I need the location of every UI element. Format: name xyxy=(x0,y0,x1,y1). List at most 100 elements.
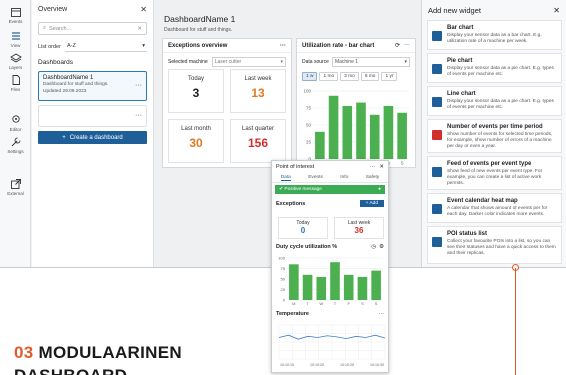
source-select[interactable]: Machine 1 ▾ xyxy=(331,57,410,67)
poi-stat-last-week: Last week 36 xyxy=(334,217,384,239)
rail-label: External xyxy=(7,191,24,196)
check-icon: ✔ xyxy=(279,187,284,192)
x-tick-label: S xyxy=(375,301,378,306)
bar-chart-icon xyxy=(432,31,442,41)
more-icon[interactable]: ··· xyxy=(135,82,142,89)
poi-stat-today: Today 0 xyxy=(278,217,328,239)
list-icon xyxy=(11,32,20,40)
x-tick-label: S xyxy=(401,161,404,166)
duty-cycle-label: Duty cycle utilization % xyxy=(276,244,338,250)
headline-number: 03 xyxy=(14,343,34,362)
search-icon: ⌕ xyxy=(43,25,47,31)
widget-option[interactable]: Pie chart Display your sensor data as a p… xyxy=(427,53,562,83)
tab-safety[interactable]: Safety xyxy=(366,175,380,180)
external-link-icon xyxy=(10,179,21,189)
more-icon[interactable]: ··· xyxy=(370,164,376,170)
headline-line1: MODULAARINEN xyxy=(38,343,182,362)
dashboard-list-item-empty[interactable]: ··· xyxy=(38,105,147,127)
poi-title: Point of interest xyxy=(276,164,315,170)
bar xyxy=(289,264,299,300)
create-dashboard-label: Create a dashboard xyxy=(69,134,123,141)
source-label: Data source xyxy=(302,59,329,65)
page-title: DashboardName 1 xyxy=(164,14,236,24)
x-tick-label: 10:10:25 xyxy=(340,363,354,367)
range-pill[interactable]: 3 mo xyxy=(340,72,359,81)
close-icon[interactable]: ✕ xyxy=(140,5,147,14)
stat-last-week: Last week 13 xyxy=(230,69,286,113)
rail-label: Layers xyxy=(8,65,23,70)
list-status-icon xyxy=(432,237,442,247)
duty-cycle-bar-chart: 0 25 50 75 100 M T W T F S S xyxy=(278,256,383,306)
y-tick-label: 75 xyxy=(306,106,312,111)
list-order-select[interactable]: A-Z ▾ xyxy=(64,41,147,52)
rail-label: Events xyxy=(8,19,23,24)
bar xyxy=(315,131,325,159)
widget-option-title: Event calendar heat map xyxy=(447,198,518,204)
range-pill[interactable]: 1 w xyxy=(302,72,318,81)
left-rail: Events View Layers Files Editor Settings xyxy=(0,0,31,267)
rail-item-editor[interactable]: Editor xyxy=(0,114,31,132)
rail-label: Settings xyxy=(7,149,24,154)
timer-icon[interactable]: ◷ xyxy=(371,244,376,250)
rail-item-events[interactable]: Events xyxy=(0,6,31,24)
widget-option-title: Bar chart xyxy=(447,25,474,31)
add-widget-drawer: Add new widget ✕ Bar chart Display your s… xyxy=(421,0,566,267)
close-icon[interactable]: ✕ xyxy=(553,6,560,15)
search-input[interactable]: ⌕ Search... ✕ xyxy=(38,22,147,35)
more-icon[interactable]: ··· xyxy=(280,43,286,49)
list-order-value: A-Z xyxy=(66,43,76,49)
widget-title: Exceptions overview xyxy=(168,42,228,49)
more-icon[interactable]: ··· xyxy=(404,42,410,49)
widget-option[interactable]: Line chart Display your sensor data as a … xyxy=(427,86,562,116)
bar xyxy=(371,270,381,300)
rail-item-settings[interactable]: Settings xyxy=(0,136,31,154)
more-icon[interactable]: ··· xyxy=(135,112,142,119)
bar xyxy=(343,274,354,300)
widget-option[interactable]: Bar chart Display your sensor data as a b… xyxy=(427,20,562,50)
range-pill[interactable]: 6 mo xyxy=(360,72,380,81)
close-icon[interactable]: ✕ xyxy=(379,164,384,170)
stat-value: 156 xyxy=(247,136,269,150)
rail-label: Editor xyxy=(9,127,22,132)
bar xyxy=(357,276,368,300)
create-dashboard-button[interactable]: + Create a dashboard xyxy=(38,131,147,144)
refresh-icon[interactable]: ⟳ xyxy=(395,42,400,49)
stat-value: 13 xyxy=(251,86,265,100)
machine-label: Selected machine xyxy=(168,59,208,65)
dashboard-updated: Updated 29.09.2023 xyxy=(43,89,87,94)
rail-label: Files xyxy=(10,87,21,92)
range-pill[interactable]: 1 yr xyxy=(381,72,398,81)
chevron-down-icon: ▾ xyxy=(142,43,145,49)
widget-option-title: Line chart xyxy=(447,91,476,97)
widget-option-desc: Show feed of new events per event type. … xyxy=(447,169,543,186)
range-pill[interactable]: 1 mo xyxy=(319,72,339,81)
widget-option[interactable]: Number of events per time period Show num… xyxy=(427,119,562,153)
add-button[interactable]: + Add xyxy=(359,200,384,207)
machine-select[interactable]: Laser cutter ▾ xyxy=(211,57,286,67)
dashboard-list-item[interactable]: DashboardName 1 Dashboard for stuff and … xyxy=(38,71,147,101)
widget-option[interactable]: POI status list Collect your favourite PO… xyxy=(427,226,562,264)
bar xyxy=(342,105,353,159)
rail-item-files[interactable]: Files xyxy=(0,74,31,92)
rail-item-view[interactable]: View xyxy=(0,30,31,48)
y-tick-label: 50 xyxy=(281,277,286,282)
tab-events[interactable]: Events xyxy=(308,175,323,180)
y-tick-label: 100 xyxy=(303,89,311,94)
rail-item-layers[interactable]: Layers xyxy=(0,52,31,70)
dashboards-heading: Dashboards xyxy=(38,59,74,66)
machine-value: Laser cutter xyxy=(214,59,242,65)
location-pin-icon xyxy=(11,115,20,123)
clear-icon[interactable]: ✕ xyxy=(137,26,142,32)
rail-item-external[interactable]: External xyxy=(0,178,31,196)
tab-data[interactable]: Data xyxy=(280,175,291,181)
widget-option-desc: Show number of events for selected time … xyxy=(447,132,553,149)
utilization-bar-chart: 0255075100MTWTFSS xyxy=(303,89,409,166)
more-icon[interactable]: ··· xyxy=(379,311,385,317)
widget-option[interactable]: Feed of events per event type Show feed o… xyxy=(427,156,562,190)
headline: 03 MODULAARINEN xyxy=(14,343,182,363)
tab-info[interactable]: Info xyxy=(340,175,348,180)
temperature-label: Temperature xyxy=(276,311,309,317)
settings-icon[interactable]: ⚙ xyxy=(379,244,384,250)
widget-option[interactable]: Event calendar heat map A calendar that s… xyxy=(427,193,562,223)
x-tick-label: 10:10:20 xyxy=(310,363,324,367)
